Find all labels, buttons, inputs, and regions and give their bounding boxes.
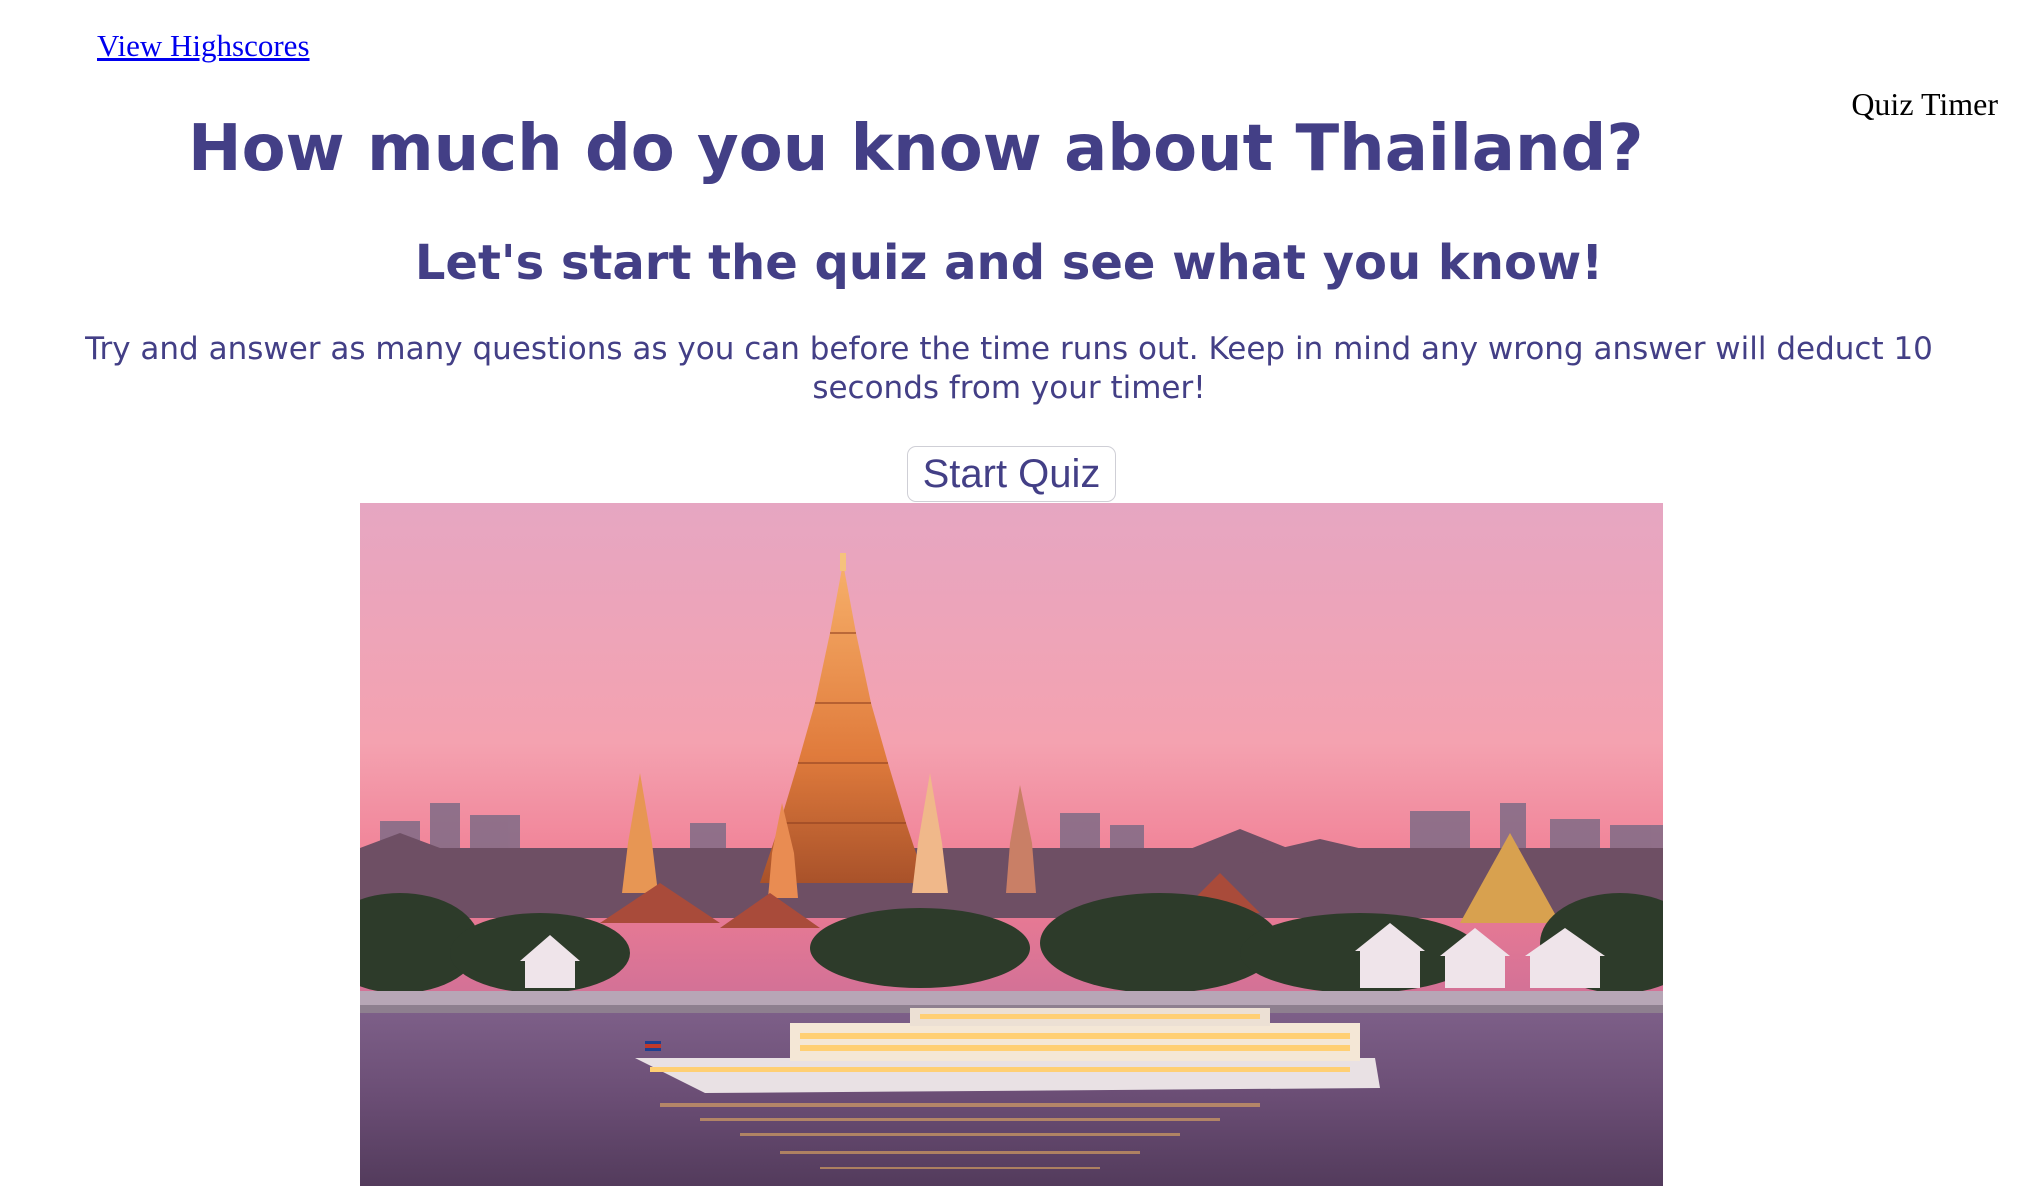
page-subtitle: Let's start the quiz and see what you kn… (414, 235, 1604, 291)
start-quiz-button[interactable]: Start Quiz (907, 446, 1116, 502)
thailand-temple-image (360, 503, 1663, 1186)
quiz-timer: Quiz Timer (1851, 86, 1998, 122)
view-highscores-link[interactable]: View Highscores (97, 28, 310, 64)
page-title: How much do you know about Thailand? (188, 112, 1644, 186)
quiz-instructions: Try and answer as many questions as you … (85, 331, 1933, 406)
